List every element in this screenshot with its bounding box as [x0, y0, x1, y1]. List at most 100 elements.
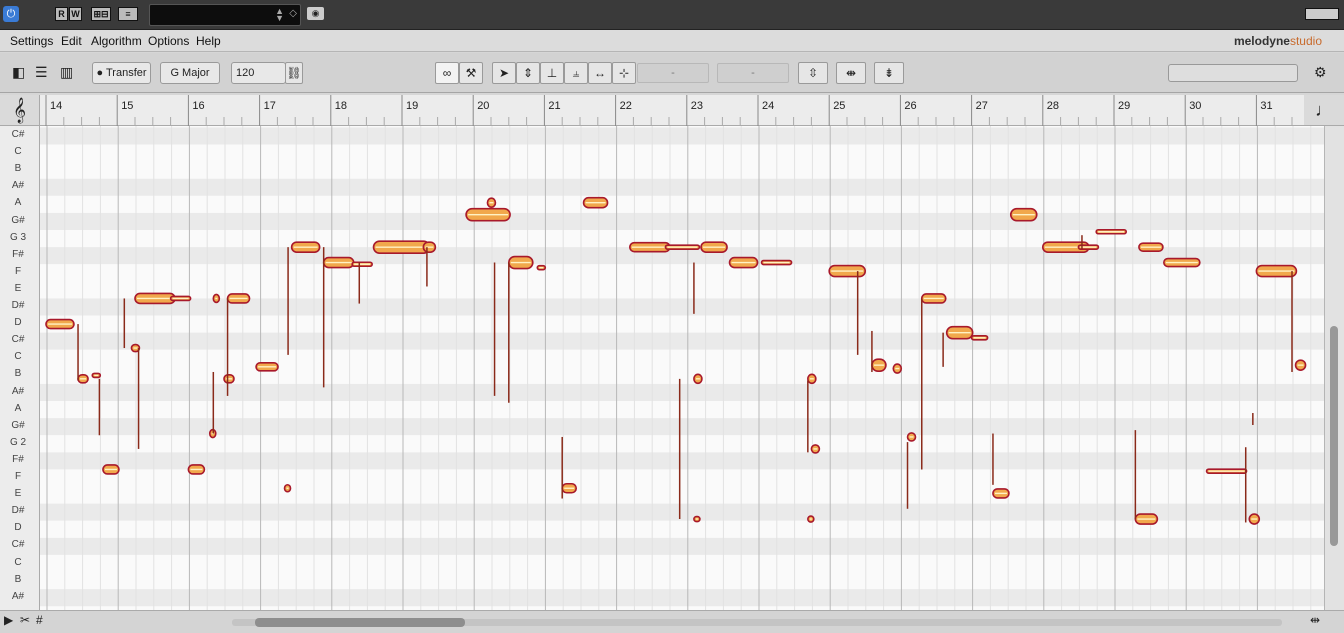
pitch-label: F#: [12, 248, 24, 260]
param-field-b[interactable]: -: [717, 63, 789, 83]
record-dot-icon: ●: [96, 67, 104, 79]
note-editor-canvas[interactable]: [40, 126, 1324, 610]
bar-number: 21: [548, 100, 560, 112]
menu-help[interactable]: Help: [196, 34, 221, 48]
bar-number: 22: [620, 100, 632, 112]
layout-icon[interactable]: ◧: [12, 64, 25, 81]
bar-number: 15: [121, 100, 133, 112]
bar-number: 14: [50, 100, 62, 112]
pitch-label: D#: [11, 300, 25, 311]
pitch-label: B: [14, 573, 22, 585]
bar-number: 18: [335, 100, 347, 112]
link-icon[interactable]: ⛓: [285, 62, 303, 84]
compare-button[interactable]: ⊞⊟: [91, 7, 111, 21]
treble-clef-icon[interactable]: 𝄞: [0, 95, 40, 126]
pitch-label: B: [14, 368, 22, 380]
amplitude-tool-icon[interactable]: ⫨: [564, 62, 588, 84]
pitch-lane: [40, 383, 1324, 402]
pitch-lane: [40, 572, 1324, 590]
bar-number: 24: [762, 100, 774, 112]
pitch-label: C: [14, 556, 22, 568]
pitch-lane: [40, 264, 1324, 282]
brand-edition: studio: [1289, 34, 1322, 48]
pitch-label: C: [14, 351, 22, 363]
vertical-scrollbar[interactable]: [1330, 326, 1338, 546]
pitch-tool-icon[interactable]: ⇕: [516, 62, 540, 84]
pitch-lane: [40, 178, 1324, 196]
pitch-label: A: [14, 402, 22, 414]
camera-icon[interactable]: ◉: [307, 7, 324, 20]
horizontal-scrollbar[interactable]: [255, 618, 465, 627]
note-editor[interactable]: [40, 126, 1324, 610]
transport-field[interactable]: ▲ ▼ ◇: [149, 4, 301, 26]
bar-ruler[interactable]: 14 15 16 17 18 19 20 21 22 23 24 25 26 27 28 29 30 31: [40, 95, 1311, 126]
pitch-lane: [40, 195, 1324, 213]
param-field-a[interactable]: -: [637, 63, 709, 83]
pitch-label: G 2: [9, 436, 27, 448]
pitch-lane: [40, 212, 1324, 231]
brand-name: melodyne: [1233, 34, 1290, 48]
pitch-label: G 3: [9, 231, 27, 243]
note-value-icon[interactable]: ♩: [1304, 95, 1344, 126]
pitch-label: C: [14, 146, 22, 158]
pitch-label: C#: [11, 539, 25, 551]
diamond-icon[interactable]: ◇: [289, 8, 297, 19]
zoom-slider[interactable]: [1168, 64, 1298, 82]
pitch-label: A#: [11, 590, 25, 602]
pitch-label: E: [14, 488, 22, 500]
menu-options[interactable]: Options: [148, 34, 189, 48]
pitch-lane: [40, 401, 1324, 419]
tempo-field[interactable]: 120: [231, 62, 286, 84]
level-bars-icon[interactable]: ▥: [60, 64, 73, 81]
key-selector[interactable]: G Major: [160, 62, 220, 84]
pitch-label: F#: [12, 453, 24, 465]
pitch-lane: [40, 589, 1324, 607]
transfer-label: Transfer: [105, 67, 147, 79]
vertical-zoom-strip[interactable]: [1324, 126, 1344, 610]
pitch-lane: [40, 349, 1324, 367]
bar-number: 30: [1189, 100, 1201, 112]
pitch-lane: [40, 315, 1324, 333]
read-button[interactable]: R: [55, 7, 68, 21]
play-icon[interactable]: ▶: [4, 613, 13, 627]
bar-number: 25: [833, 100, 845, 112]
scale-snap-icon[interactable]: ⇟: [874, 62, 904, 84]
pitch-label: E: [14, 282, 22, 294]
bar-number: 29: [1118, 100, 1130, 112]
wrench-tool-icon[interactable]: ⚒: [459, 62, 483, 84]
pitch-lane: [40, 469, 1324, 487]
settings-button[interactable]: ≡: [118, 7, 138, 21]
bar-number: 26: [904, 100, 916, 112]
pointer-tool-icon[interactable]: ➤: [492, 62, 516, 84]
bar-number: 23: [691, 100, 703, 112]
formant-tool-icon[interactable]: ⊥: [540, 62, 564, 84]
pitch-lane: [40, 554, 1324, 573]
grid-icon[interactable]: #: [36, 613, 43, 627]
scissors-icon[interactable]: ✂: [20, 613, 30, 627]
pitch-label: D#: [11, 505, 25, 517]
spin-arrows-icon[interactable]: ▲ ▼: [275, 7, 284, 23]
pitch-label: C#: [11, 334, 25, 346]
pitch-ruler[interactable]: C# C B A# A G# G 3 F# F E D# D C# C B A# A G# G 2 F# F E D# D C#…: [0, 126, 40, 610]
menu-bar: Settings Edit Algorithm Options Help mel…: [0, 30, 1344, 52]
fit-icon[interactable]: ⇹: [1310, 613, 1320, 627]
write-button[interactable]: W: [69, 7, 82, 21]
menu-settings[interactable]: Settings: [10, 34, 53, 48]
transfer-button[interactable]: ● Transfer: [92, 62, 151, 84]
gear-icon[interactable]: ⚙: [1314, 64, 1327, 81]
separation-tool-icon[interactable]: ⊹: [612, 62, 636, 84]
menu-edit[interactable]: Edit: [61, 34, 82, 48]
mixer-icon[interactable]: ☰: [35, 64, 48, 81]
time-tool-icon[interactable]: ↔: [588, 62, 612, 84]
collapse-button[interactable]: [1305, 8, 1339, 20]
menu-algorithm[interactable]: Algorithm: [91, 34, 142, 48]
pitch-lane: [40, 435, 1324, 453]
pitch-label: F: [14, 265, 22, 277]
power-icon[interactable]: ⏻: [3, 6, 19, 22]
correct-pitch-icon[interactable]: ⇳: [798, 62, 828, 84]
quantize-time-icon[interactable]: ⇼: [836, 62, 866, 84]
blob-tool-icon[interactable]: ∞: [435, 62, 459, 84]
bar-number: 17: [264, 100, 276, 112]
pitch-label: B: [14, 163, 22, 175]
pitch-label: D: [14, 317, 22, 329]
